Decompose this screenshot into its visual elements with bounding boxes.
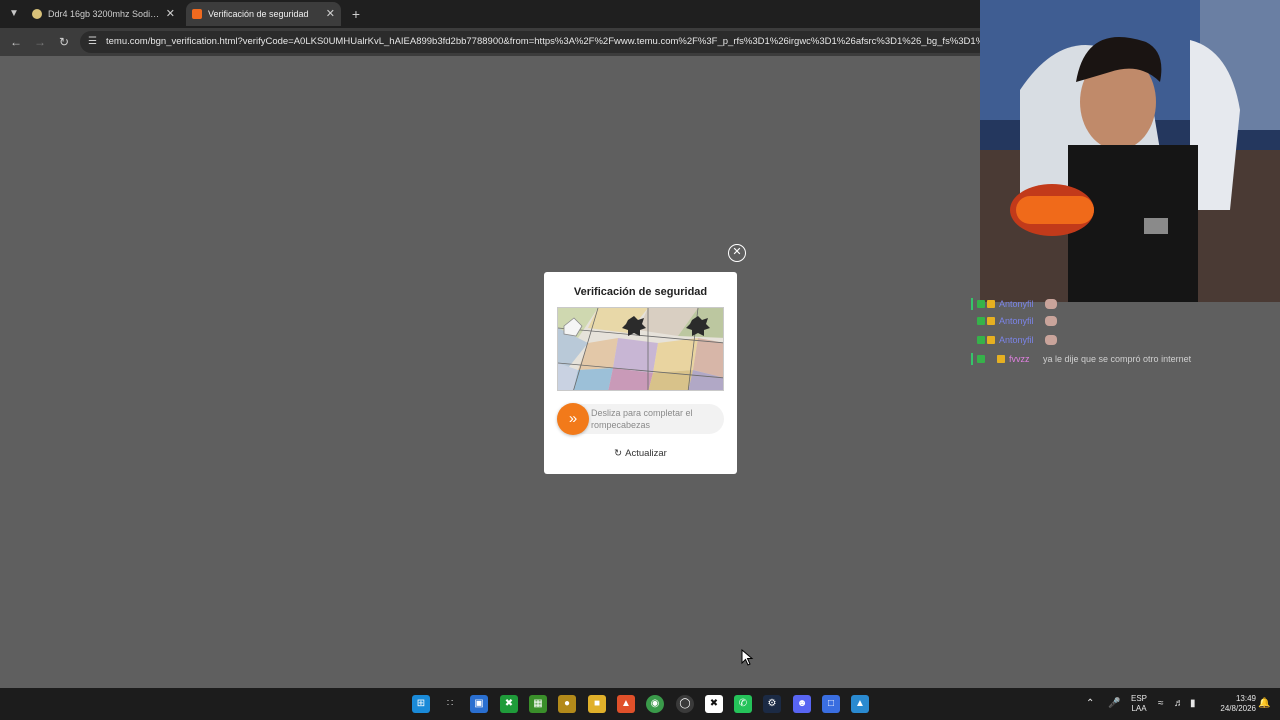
chat-emote-icon — [1045, 316, 1057, 326]
chat-username[interactable]: Antonyfil — [999, 332, 1034, 348]
xbox-icon[interactable]: ✖ — [500, 695, 518, 713]
forward-arrow-icon[interactable]: → — [30, 32, 50, 52]
chat-emote-icon — [1045, 335, 1057, 345]
chat-username[interactable]: Antonyfil — [999, 296, 1034, 312]
discord-icon[interactable]: ☻ — [793, 695, 811, 713]
address-bar[interactable]: ☰ temu.com/bgn_verification.html?verifyC… — [80, 31, 990, 53]
whatsapp-icon[interactable]: ✆ — [734, 695, 752, 713]
clock-time: 13:49 — [1235, 694, 1256, 703]
game-icon[interactable]: ● — [558, 695, 576, 713]
moderator-badge-icon — [977, 336, 985, 344]
notifications-bell-icon[interactable]: 🔔 — [1258, 688, 1270, 720]
tab-title: Verificación de seguridad — [208, 9, 309, 19]
system-clock[interactable]: 13:49 24/8/2026 — [1210, 694, 1256, 716]
wifi-icon[interactable]: ≈ — [1158, 688, 1164, 720]
slider-handle-chevrons-icon[interactable]: » — [557, 403, 589, 435]
microphone-icon[interactable]: 🎤 — [1108, 688, 1120, 720]
subscriber-badge-icon — [987, 317, 995, 325]
close-icon[interactable]: ✕ — [728, 244, 746, 262]
stream-chat: Antonyfil Antonyfil Antonyfil fvvzz ya l… — [971, 160, 1280, 370]
capcut-icon[interactable]: ✖ — [705, 695, 723, 713]
browser-tab-bar: ▼ Ddr4 16gb 3200mhz Sodimm | ✕ Verificac… — [0, 0, 980, 28]
chat-highlight-bar — [971, 353, 973, 365]
moderator-badge-icon — [977, 300, 985, 308]
tab-product[interactable]: Ddr4 16gb 3200mhz Sodimm | ✕ — [26, 2, 181, 26]
temu-favicon-icon — [192, 9, 202, 19]
mouse-pointer-icon — [741, 649, 754, 666]
chat-highlight-bar — [971, 298, 973, 310]
tab-verification[interactable]: Verificación de seguridad ✕ — [186, 2, 341, 26]
minecraft-icon[interactable]: ▦ — [529, 695, 547, 713]
chrome-icon[interactable]: ◉ — [646, 695, 664, 713]
security-verification-dialog: Verificación de seguridad » Desliza para… — [544, 272, 737, 474]
tab-close-icon[interactable]: ✕ — [326, 2, 335, 26]
puzzle-image — [557, 307, 724, 391]
subscriber-badge-icon — [987, 300, 995, 308]
puzzle-artwork — [558, 308, 723, 390]
tab-search-chevron-icon[interactable]: ▼ — [4, 4, 24, 24]
refresh-label: Actualizar — [625, 448, 667, 459]
subscriber-badge-icon — [987, 336, 995, 344]
input-language-indicator[interactable]: ESP LAA — [1128, 694, 1150, 716]
moderator-badge-icon — [977, 317, 985, 325]
chat-text: ya le dije que se compró otro internet — [1043, 354, 1192, 364]
slide-to-verify-track[interactable]: » Desliza para completar el rompecabezas — [557, 403, 724, 435]
refresh-icon: ↻ — [614, 448, 623, 459]
dialog-title: Verificación de seguridad — [573, 286, 708, 298]
windows-taskbar: ⊞ ∷ ▣ ✖ ▦ ● ■ ▲ ◉ ◯ ✖ ✆ ⚙ ☻ □ ▲ ⌃ 🎤 ESP … — [0, 688, 1280, 720]
obs-icon[interactable]: ◯ — [676, 695, 694, 713]
refresh-button[interactable]: ↻ Actualizar — [544, 448, 737, 459]
brave-icon[interactable]: ▲ — [617, 695, 635, 713]
slider-instruction: Desliza para completar el rompecabezas — [591, 408, 693, 430]
chat-emote-icon — [1045, 299, 1057, 309]
windows-start-icon[interactable]: ⊞ — [412, 695, 430, 713]
volume-icon[interactable]: ♬ — [1174, 688, 1184, 720]
back-arrow-icon[interactable]: ← — [6, 32, 26, 52]
store-icon[interactable]: ▣ — [470, 695, 488, 713]
tab-favicon-icon — [32, 9, 42, 19]
battery-icon[interactable]: ▮ — [1190, 688, 1196, 720]
widgets-icon[interactable]: ∷ — [441, 695, 459, 713]
browser-toolbar: ← → ↻ ☰ temu.com/bgn_verification.html?v… — [0, 28, 990, 56]
app-icon[interactable]: ▲ — [851, 695, 869, 713]
subscriber-badge-icon — [997, 355, 1005, 363]
tab-title: Ddr4 16gb 3200mhz Sodimm | — [48, 9, 161, 19]
language-layout: LAA — [1131, 704, 1147, 713]
site-settings-icon[interactable]: ☰ — [88, 31, 97, 53]
moderator-badge-icon — [977, 355, 985, 363]
language-code: ESP — [1130, 694, 1147, 703]
steam-icon[interactable]: ⚙ — [763, 695, 781, 713]
new-tab-plus-icon[interactable]: + — [346, 4, 366, 24]
tab-close-icon[interactable]: ✕ — [166, 2, 175, 26]
chat-username[interactable]: fvvzz — [1009, 351, 1030, 367]
url-text: temu.com/bgn_verification.html?verifyCod… — [106, 36, 990, 47]
show-hidden-icons-chevron-up-icon[interactable]: ⌃ — [1086, 688, 1094, 720]
chat-username[interactable]: Antonyfil — [999, 313, 1034, 329]
file-explorer-icon[interactable]: ■ — [588, 695, 606, 713]
reload-icon[interactable]: ↻ — [54, 32, 74, 52]
roblox-icon[interactable]: □ — [822, 695, 840, 713]
clock-date: 24/8/2026 — [1220, 704, 1256, 713]
